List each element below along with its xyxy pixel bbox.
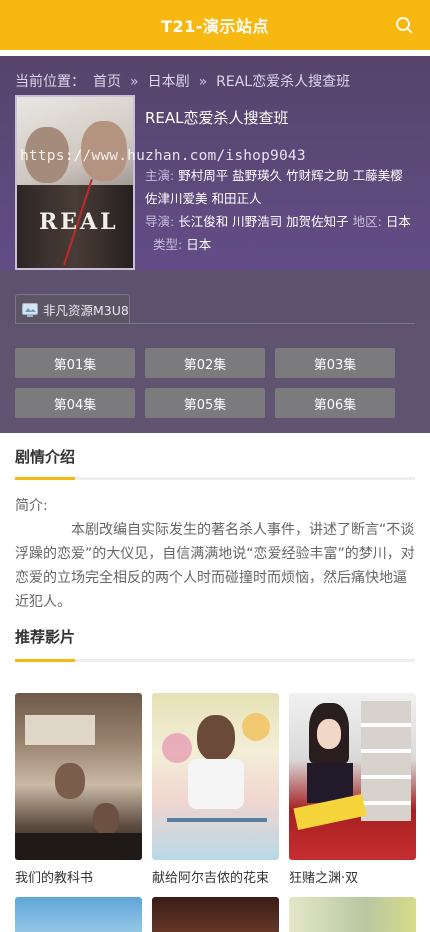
source-tab-label: 非凡资源M3U8 [43,303,129,318]
breadcrumb-separator: » [130,74,139,90]
poster-logo: REAL [39,209,119,235]
recommended-thumbnail[interactable] [289,693,416,860]
tab-divider [15,323,415,324]
recommended-thumbnail[interactable] [152,693,279,860]
breadcrumb-prefix: 当前位置： [15,74,85,90]
synopsis-heading: 剧情介绍 [15,448,76,466]
region-value: 日本 [385,214,411,229]
recommended-thumbnail-partial[interactable] [152,897,279,932]
recommended-thumbnail-partial[interactable] [289,897,416,932]
movie-actors: 主演: 野村周平 盐野瑛久 竹财辉之助 工藤美樱 佐津川爱美 和田正人 [145,164,415,210]
recommended-thumbnail-partial[interactable] [15,897,142,932]
breadcrumb-category[interactable]: 日本剧 [148,74,190,90]
synopsis-heading-underline [15,477,415,480]
type-value: 日本 [186,237,212,252]
site-title[interactable]: T21-演示站点 [161,13,269,37]
episode-button[interactable]: 第02集 [145,348,265,378]
movie-poster[interactable]: REAL [15,95,135,270]
synopsis-text: 本剧改编自实际发生的著名杀人事件，讲述了断言“不谈浮躁的恋爱”的大仪见，自信满满… [15,522,415,610]
watermark-text: https://www.huzhan.com/ishop9043 [20,148,306,164]
recommended-heading: 推荐影片 [15,628,76,646]
breadcrumb-separator: » [198,74,208,90]
movie-hero: 当前位置： 首页 » 日本剧 » REAL恋爱杀人搜查班 REAL REAL恋爱杀人搜查班… [0,56,430,433]
recommended-card[interactable]: 狂赌之渊·双 [289,693,416,886]
top-bar: T21-演示站点 [0,0,430,50]
director-value[interactable]: 长江俊和 川野浩司 加贺佐知子 [178,214,348,229]
underline-accent [15,477,75,480]
synopsis-label: 简介: [15,498,48,514]
recommended-card[interactable]: 我们的教科书 [15,693,142,886]
recommended-title[interactable]: 我们的教科书 [15,867,142,886]
recommended-card[interactable]: 献给阿尔吉侬的花束 [152,693,279,886]
recommended-title[interactable]: 献给阿尔吉侬的花束 [152,867,279,886]
recommended-thumbnail[interactable] [15,693,142,860]
actors-label: 主演: [145,168,175,183]
recommended-title[interactable]: 狂赌之渊·双 [289,867,416,886]
synopsis-body: 简介: 本剧改编自实际发生的著名杀人事件，讲述了断言“不谈浮躁的恋爱”的大仪见，… [15,494,415,614]
underline-accent [15,659,75,662]
player-panel: 非凡资源M3U8 第01集 第02集 第03集 第04集 第05集 第06集 [0,270,430,433]
episode-button[interactable]: 第01集 [15,348,135,378]
video-source-icon [22,302,38,317]
episode-button[interactable]: 第03集 [275,348,395,378]
episode-button[interactable]: 第06集 [275,388,395,418]
recommended-heading-underline [15,659,415,662]
episode-button[interactable]: 第04集 [15,388,135,418]
director-label: 导演: [145,214,175,229]
region-label: 地区: [352,214,382,229]
type-label: 类型: [153,237,183,252]
movie-director: 导演: 长江俊和 川野浩司 加贺佐知子 地区: 日本 类型: 日本 [145,210,415,256]
breadcrumb: 当前位置： 首页 » 日本剧 » REAL恋爱杀人搜查班 [15,71,350,91]
breadcrumb-home[interactable]: 首页 [93,74,121,90]
search-icon[interactable] [394,15,414,35]
source-tab[interactable]: 非凡资源M3U8 [15,294,130,324]
breadcrumb-current[interactable]: REAL恋爱杀人搜查班 [216,74,350,90]
actors-value[interactable]: 野村周平 盐野瑛久 竹财辉之助 工藤美樱 佐津川爱美 和田正人 [145,168,403,206]
episode-button[interactable]: 第05集 [145,388,265,418]
movie-title: REAL恋爱杀人搜查班 [145,109,289,127]
